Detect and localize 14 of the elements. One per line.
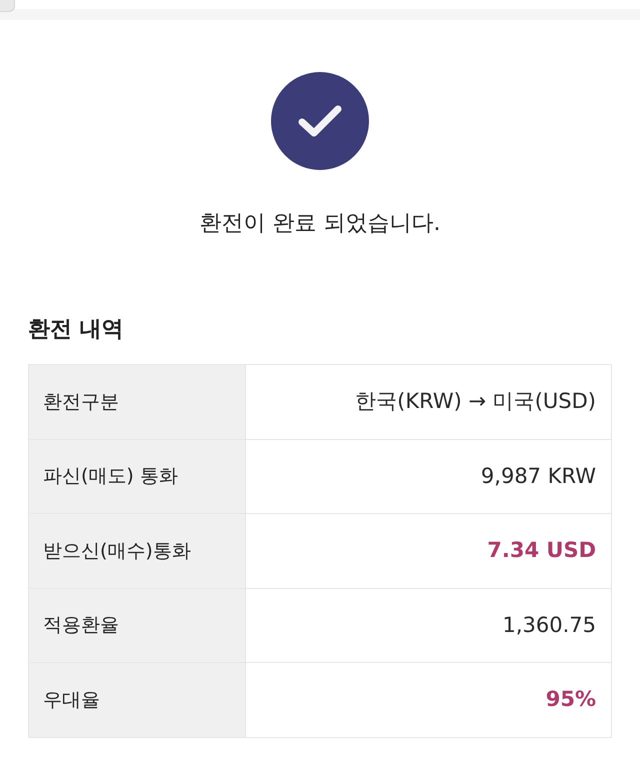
completion-message: 환전이 완료 되었습니다. <box>198 210 442 238</box>
section-title: 환전 내역 <box>28 316 125 344</box>
check-circle-icon <box>271 72 369 170</box>
label-cell: 적용환율 <box>28 588 246 663</box>
value-cell: 9,987 KRW <box>246 439 612 514</box>
value-cell: 한국(KRW) → 미국(USD) <box>246 364 612 440</box>
label-cell: 파신(매도) 통화 <box>28 439 246 514</box>
partial-shape <box>0 0 15 12</box>
value-cell: 7.34 USD <box>246 514 612 588</box>
label-cell: 우대율 <box>28 662 246 738</box>
label-cell: 받으신(매수)통화 <box>28 514 246 588</box>
label-cell: 환전구분 <box>28 364 246 440</box>
value-cell: 1,360.75 <box>246 588 612 663</box>
value-cell: 95% <box>246 662 612 738</box>
